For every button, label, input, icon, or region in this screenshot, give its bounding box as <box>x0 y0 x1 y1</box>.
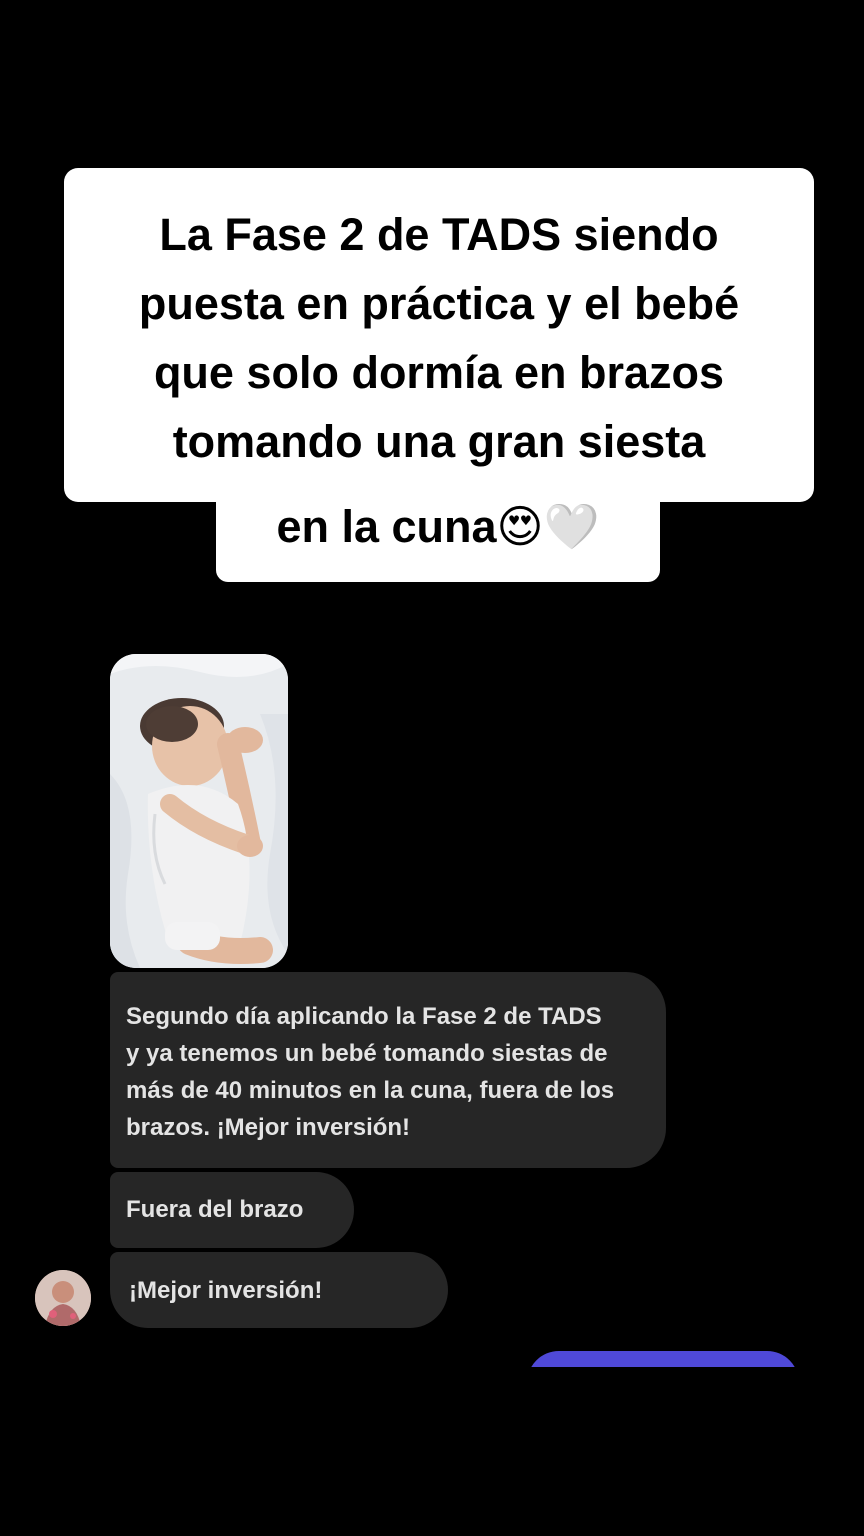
caption-line-3: que solo dormía en brazos <box>153 347 725 398</box>
baby-photo-illustration <box>110 654 288 968</box>
message-line-4: brazos. ¡Mejor inversión! <box>126 1114 411 1141</box>
caption-box: La Fase 2 de TADS siendo puesta en práct… <box>64 168 814 502</box>
message-bubble-fuera[interactable]: Fuera del brazo <box>110 1172 354 1248</box>
message-line-2: y ya tenemos un bebé tomando siestas de <box>126 1040 608 1067</box>
sender-avatar[interactable] <box>35 1270 91 1326</box>
sleeping-baby-photo[interactable] <box>110 654 288 968</box>
message-bubble-long[interactable]: Segundo día aplicando la Fase 2 de TADS … <box>110 972 666 1168</box>
message-text: Fuera del brazo <box>126 1196 304 1223</box>
message-bubble-inversion[interactable]: ¡Mejor inversión! <box>110 1252 448 1328</box>
message-text: ¡Mejor inversión! <box>129 1277 323 1304</box>
caption-line-1: La Fase 2 de TADS siendo <box>159 209 719 260</box>
avatar-icon <box>35 1270 91 1326</box>
caption-line-5: en la cuna😍🤍 <box>276 501 600 552</box>
message-line-3: más de 40 minutos en la cuna, fuera de l… <box>126 1077 615 1104</box>
caption-line-2: puesta en práctica y el bebé <box>138 278 740 329</box>
message-line-1: Segundo día aplicando la Fase 2 de TADS <box>126 1003 602 1030</box>
caption-tail-box: en la cuna😍🤍 <box>216 470 660 582</box>
outgoing-message-bubble[interactable] <box>527 1351 799 1367</box>
caption-line-4: tomando una gran siesta <box>172 416 706 467</box>
